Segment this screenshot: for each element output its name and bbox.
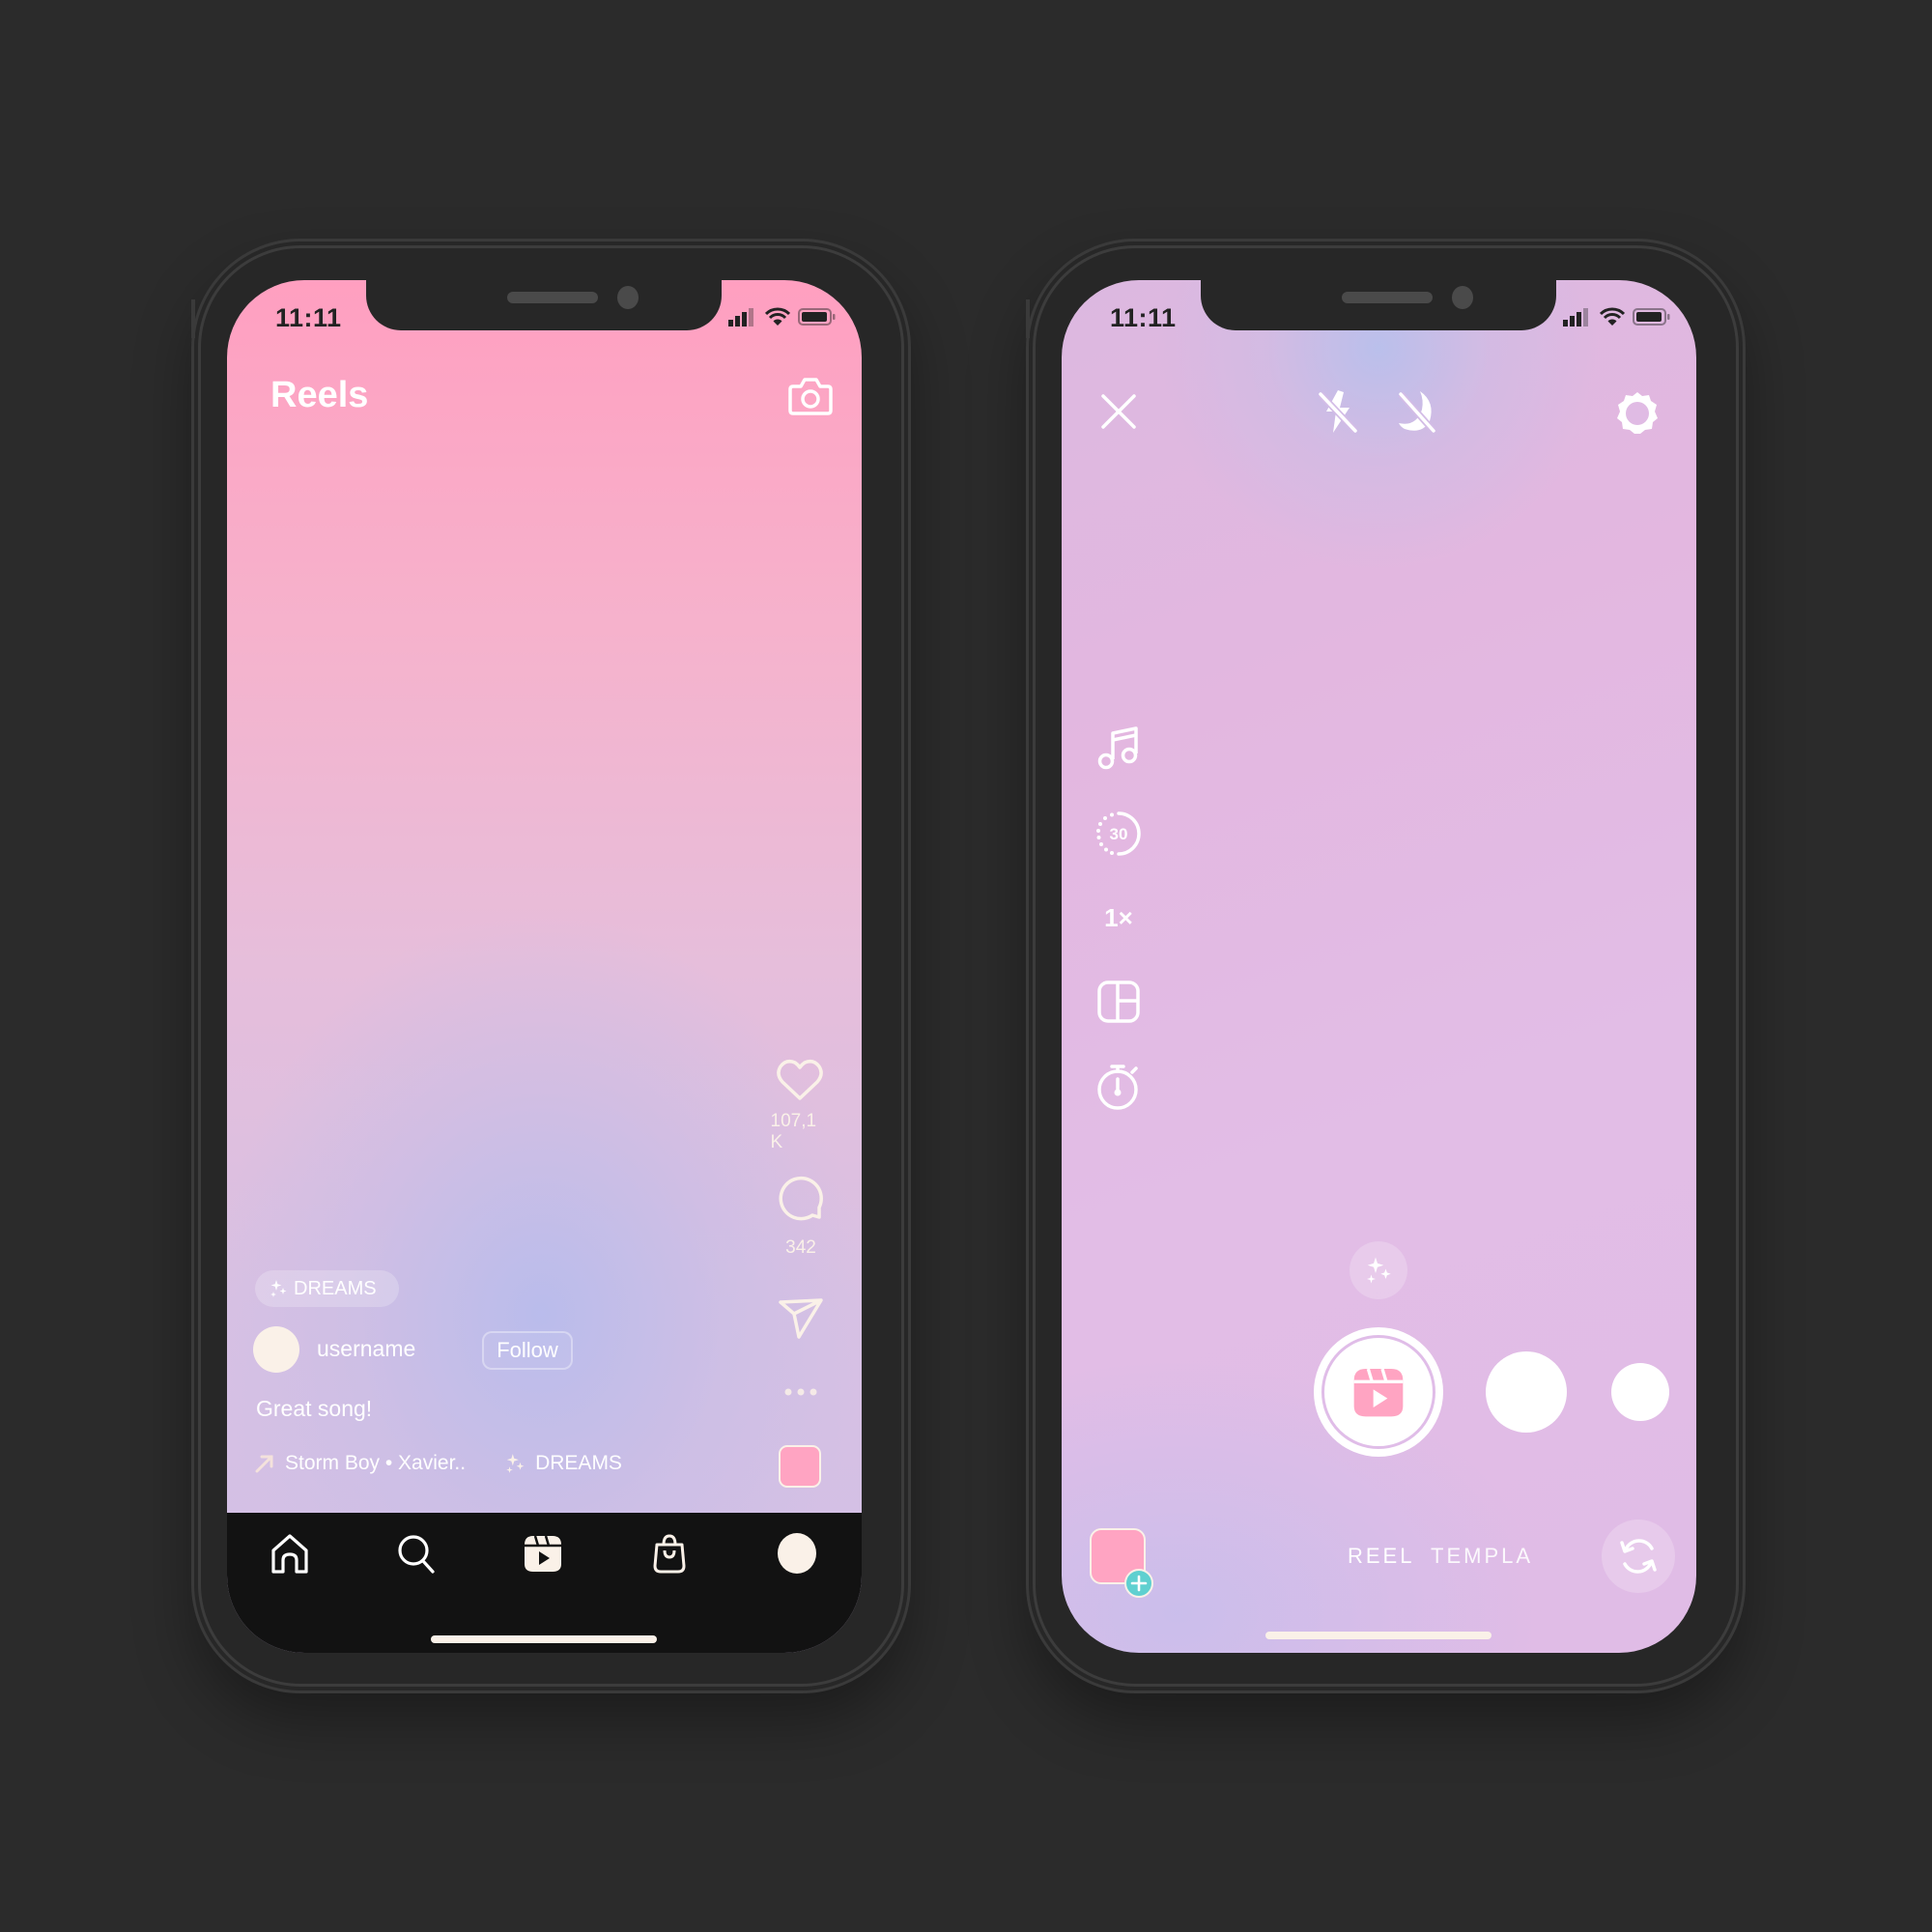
flash-off-icon: [1318, 390, 1358, 434]
tool-length[interactable]: 30: [1094, 810, 1143, 858]
mode-reel[interactable]: REEL: [1348, 1544, 1414, 1569]
effects-button[interactable]: [1350, 1241, 1407, 1299]
speaker: [507, 292, 598, 303]
wifi-icon: [765, 307, 790, 326]
comment-button[interactable]: [776, 1175, 826, 1229]
profile-avatar: [778, 1533, 816, 1574]
home-indicator: [431, 1635, 657, 1643]
arrow-up-right-icon: [255, 1455, 273, 1473]
flip-camera-icon: [1620, 1539, 1657, 1574]
reels-icon: [525, 1535, 561, 1572]
record-ring: [1321, 1335, 1435, 1449]
side-button: [191, 299, 195, 338]
nav-search[interactable]: [393, 1530, 440, 1577]
status-icons: [1563, 307, 1671, 327]
music-row[interactable]: Storm Boy • Xavier.. DREAMS: [254, 1452, 622, 1475]
music-note-icon: [1097, 726, 1138, 770]
tool-countdown[interactable]: [1094, 1063, 1143, 1111]
search-icon: [398, 1535, 435, 1574]
status-time: 11:11: [275, 303, 342, 332]
signal-icon: [1563, 308, 1588, 327]
signal-icon: [728, 308, 753, 327]
effect-preview-2[interactable]: [1611, 1363, 1669, 1421]
settings-gear-icon: [1617, 392, 1658, 434]
caption: Great song!: [256, 1396, 373, 1421]
gallery-add-badge: [1124, 1569, 1153, 1598]
author-avatar[interactable]: [253, 1326, 299, 1373]
mode-template[interactable]: TEMPLA: [1431, 1544, 1533, 1569]
layout-icon: [1097, 980, 1140, 1023]
status-icons: [728, 307, 837, 327]
music-effect: DREAMS: [535, 1452, 622, 1474]
reels-screen: 11:11 Reels 107,1 K 342 DREAMS username …: [227, 280, 862, 1653]
side-button: [1026, 299, 1030, 338]
effect-chip[interactable]: DREAMS: [255, 1270, 399, 1307]
heart-icon: [777, 1059, 823, 1100]
tool-speed[interactable]: 1×: [1094, 894, 1143, 942]
nav-home[interactable]: [267, 1530, 313, 1577]
battery-icon: [798, 308, 836, 326]
sparkles-icon: [1367, 1257, 1391, 1284]
home-icon: [271, 1534, 308, 1574]
timer-30-icon: 30: [1096, 811, 1141, 856]
flash-button[interactable]: [1317, 388, 1361, 439]
close-icon: [1101, 394, 1136, 429]
night-mode-off-icon: [1398, 391, 1436, 434]
sparkles-icon: [270, 1280, 287, 1297]
front-camera: [1452, 286, 1473, 309]
status-time: 11:11: [1110, 303, 1177, 332]
notch: [1201, 280, 1556, 330]
send-icon: [779, 1298, 823, 1339]
record-button[interactable]: [1314, 1327, 1443, 1457]
speaker: [1342, 292, 1433, 303]
effect-chip-label: DREAMS: [294, 1277, 377, 1299]
more-button[interactable]: [783, 1382, 818, 1401]
share-button[interactable]: [778, 1297, 824, 1344]
night-mode-button[interactable]: [1395, 388, 1439, 439]
notch: [366, 280, 722, 330]
nav-profile[interactable]: [774, 1530, 820, 1577]
flip-camera-button[interactable]: [1602, 1520, 1675, 1593]
comment-count: 342: [785, 1237, 816, 1258]
sparkles-icon: [506, 1454, 525, 1473]
more-dots-icon: [784, 1388, 817, 1396]
stopwatch-icon: [1097, 1065, 1138, 1110]
page-title: Reels: [270, 375, 369, 415]
tool-length-label: 30: [1110, 825, 1128, 843]
add-plus-icon: [1130, 1575, 1148, 1592]
music-track: Storm Boy • Xavier..: [285, 1452, 467, 1474]
nav-shop[interactable]: [646, 1530, 693, 1577]
audio-thumbnail[interactable]: [779, 1445, 821, 1488]
nav-reels[interactable]: [520, 1530, 566, 1577]
phone-frame-camera: 11:11 30 1× REEL TEMPLA: [1026, 242, 1743, 1690]
front-camera: [617, 286, 639, 309]
effect-preview-1[interactable]: [1486, 1351, 1567, 1433]
settings-button[interactable]: [1614, 389, 1661, 440]
phone-frame-reels: 11:11 Reels 107,1 K 342 DREAMS username …: [191, 242, 908, 1690]
close-button[interactable]: [1098, 391, 1139, 436]
author-username[interactable]: username: [317, 1336, 415, 1362]
camera-screen: 11:11 30 1× REEL TEMPLA: [1062, 280, 1696, 1653]
wifi-icon: [1600, 307, 1625, 326]
home-indicator: [1265, 1632, 1492, 1639]
bottom-nav: [227, 1513, 862, 1653]
camera-button[interactable]: [787, 375, 834, 421]
shopping-bag-icon: [653, 1534, 686, 1574]
tool-layout[interactable]: [1094, 978, 1143, 1026]
tool-audio[interactable]: [1094, 724, 1143, 772]
battery-icon: [1633, 308, 1670, 326]
reels-icon: [1353, 1368, 1404, 1417]
comment-icon: [779, 1176, 823, 1221]
follow-button[interactable]: Follow: [482, 1331, 573, 1370]
like-count: 107,1 K: [770, 1111, 817, 1152]
camera-icon: [788, 378, 833, 415]
like-button[interactable]: [775, 1058, 825, 1106]
